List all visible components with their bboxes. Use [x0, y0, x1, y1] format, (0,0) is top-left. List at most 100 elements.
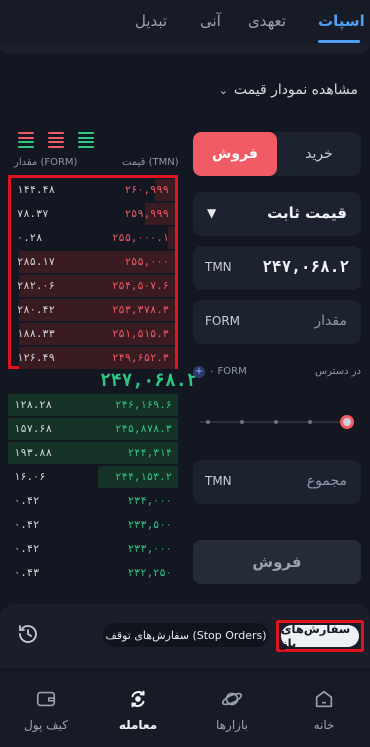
nav-markets-label: بازارها [216, 718, 248, 732]
order-type-label: قیمت ثابت [267, 204, 347, 222]
total-input[interactable]: TMN مجموع [193, 460, 361, 504]
ask-amount: ۲۸۵.۱۷ [17, 256, 55, 268]
ask-row[interactable]: ۷۸.۳۷ ۲۵۹,۹۹۹ [11, 202, 175, 226]
bid-row[interactable]: ۰.۴۲ ۲۳۳,۰۰۰ [8, 537, 178, 561]
tab-convert[interactable]: تبدیل [135, 12, 167, 30]
available-balance: + ۰ FORM در دسترس [193, 366, 361, 382]
ask-depth-bar [168, 227, 175, 249]
orderbook-both-view-icon[interactable] [18, 132, 34, 148]
order-type-select[interactable]: ▼ قیمت ثابت [193, 192, 361, 236]
nav-wallet[interactable]: کیف پول [6, 688, 86, 732]
bid-row[interactable]: ۱۹۳.۸۸ ۲۴۴,۳۱۴ [8, 441, 178, 465]
bid-amount: ۱۶.۰۶ [14, 471, 46, 483]
bid-price: ۲۴۵,۸۷۸.۳ [115, 423, 172, 435]
total-unit: TMN [205, 474, 232, 488]
bottom-navigation: خانه بازارها معامله کیف پول [0, 672, 370, 747]
ask-amount: ۱۴۴.۴۸ [17, 184, 55, 196]
price-value: ۲۴۷,۰۶۸.۲ [262, 257, 349, 276]
bid-amount: ۱۹۳.۸۸ [14, 447, 52, 459]
ask-amount: ۱۲۶.۴۹ [17, 352, 55, 364]
nav-wallet-label: کیف پول [24, 718, 68, 732]
bid-row[interactable]: ۱۵۷.۶۸ ۲۴۵,۸۷۸.۳ [8, 417, 178, 441]
slider-step[interactable] [308, 420, 312, 424]
tab-instant[interactable]: آنی [200, 12, 221, 30]
bid-row[interactable]: ۰.۴۳ ۲۳۲,۲۵۰ [8, 561, 178, 585]
ask-price: ۲۵۵,۰۰۰.۱ [112, 232, 169, 244]
bid-price: ۲۴۴,۳۱۴ [127, 447, 172, 459]
ask-row[interactable]: ۲۸۵.۱۷ ۲۵۵,۰۰۰ [11, 250, 175, 274]
open-orders-label: سفارش‌های باز [281, 622, 359, 650]
nav-home-label: خانه [313, 718, 335, 732]
ask-price: ۲۵۱,۵۱۵.۳ [112, 328, 169, 340]
nav-markets[interactable]: بازارها [192, 688, 272, 732]
header-divider [0, 44, 370, 54]
home-icon [315, 690, 333, 708]
bid-price: ۲۴۴,۱۵۳.۲ [115, 471, 172, 483]
deposit-plus-icon[interactable]: + [193, 366, 205, 378]
market-type-tabs: اسپات تعهدی آنی تبدیل [0, 0, 370, 44]
last-price: ۲۴۷,۰۶۸.۲ [100, 370, 198, 391]
sell-submit-button[interactable]: فروش [193, 540, 361, 584]
amount-unit: FORM [205, 314, 241, 328]
bid-row[interactable]: ۰.۴۲ ۲۳۴,۰۰۰ [8, 489, 178, 513]
price-chart-toggle-label: مشاهده نمودار قیمت [233, 82, 358, 98]
bid-price: ۲۳۲,۲۵۰ [127, 567, 172, 579]
open-orders-tab[interactable]: سفارش‌های باز [276, 620, 364, 652]
tab-margin[interactable]: تعهدی [248, 12, 286, 30]
bid-row[interactable]: ۰.۴۲ ۲۳۳,۵۰۰ [8, 513, 178, 537]
bid-row[interactable]: ۱۲۸.۲۸ ۲۴۶,۱۶۹.۶ [8, 393, 178, 417]
buy-tab[interactable]: خرید [277, 132, 361, 176]
orderbook-bids: ۱۲۸.۲۸ ۲۴۶,۱۶۹.۶ ۱۵۷.۶۸ ۲۴۵,۸۷۸.۳ ۱۹۳.۸۸ ۲۴۴,… [8, 393, 178, 583]
slider-handle[interactable] [340, 415, 354, 429]
ask-amount: ۲۸۲.۰۶ [17, 280, 55, 292]
ask-amount: ۲۸۰.۴۲ [17, 304, 55, 316]
wallet-icon [36, 691, 56, 707]
price-input[interactable]: TMN ۲۴۷,۰۶۸.۲ [193, 246, 361, 290]
chevron-down-icon: ⌄ [218, 83, 228, 97]
ask-price: ۲۶۰,۹۹۹ [124, 184, 169, 196]
bid-amount: ۰.۴۲ [14, 519, 40, 531]
price-unit: TMN [205, 260, 232, 274]
bid-price: ۲۴۶,۱۶۹.۶ [115, 399, 172, 411]
sell-tab[interactable]: فروش [193, 132, 277, 176]
history-icon[interactable] [16, 622, 40, 646]
ask-row[interactable]: ۰.۲۸ ۲۵۵,۰۰۰.۱ [11, 226, 175, 250]
ask-row[interactable]: ۲۸۰.۴۲ ۲۵۳,۳۷۸.۳ [11, 298, 175, 322]
ask-row[interactable]: ۱۲۶.۴۹ ۲۴۹,۶۵۲.۳ [11, 346, 175, 370]
ask-price: ۲۵۴,۵۰۷.۶ [112, 280, 169, 292]
bid-amount: ۱۵۷.۶۸ [14, 423, 52, 435]
slider-step[interactable] [240, 420, 244, 424]
total-placeholder: مجموع [306, 473, 347, 489]
ask-price: ۲۵۵,۰۰۰ [124, 256, 169, 268]
caret-down-icon: ▼ [207, 206, 217, 220]
slider-step[interactable] [206, 420, 210, 424]
orderbook-asks-view-icon[interactable] [48, 132, 64, 148]
amount-percent-slider[interactable] [200, 415, 354, 429]
price-chart-toggle[interactable]: ⌄ مشاهده نمودار قیمت [219, 82, 358, 98]
ask-row[interactable]: ۱۸۸.۳۳ ۲۵۱,۵۱۵.۳ [11, 322, 175, 346]
nav-home[interactable]: خانه [284, 688, 364, 732]
bid-amount: ۱۲۸.۲۸ [14, 399, 52, 411]
ask-amount: ۱۸۸.۳۳ [17, 328, 55, 340]
orderbook-bids-view-icon[interactable] [78, 132, 94, 148]
bid-amount: ۰.۴۳ [14, 567, 40, 579]
orderbook-view-switcher [18, 132, 94, 148]
bid-amount: ۰.۴۲ [14, 543, 40, 555]
ask-price: ۲۴۹,۶۵۲.۳ [112, 352, 169, 364]
stop-orders-tab[interactable]: سفارش‌های توقف (Stop Orders) [103, 623, 269, 647]
amount-placeholder: مقدار [314, 313, 347, 329]
ask-row[interactable]: ۲۸۲.۰۶ ۲۵۴,۵۰۷.۶ [11, 274, 175, 298]
ask-amount: ۰.۲۸ [17, 232, 43, 244]
ask-row[interactable]: ۱۴۴.۴۸ ۲۶۰,۹۹۹ [11, 178, 175, 202]
available-value: ۰ FORM [209, 366, 247, 377]
amount-input[interactable]: FORM مقدار [193, 300, 361, 344]
nav-trade[interactable]: معامله [98, 688, 178, 732]
bid-row[interactable]: ۱۶.۰۶ ۲۴۴,۱۵۳.۲ [8, 465, 178, 489]
side-selector: فروش خرید [193, 132, 361, 176]
tab-spot[interactable]: اسپات [318, 12, 365, 30]
slider-step[interactable] [274, 420, 278, 424]
nav-trade-label: معامله [118, 718, 158, 732]
orderbook-amount-header: مقدار (FORM) [14, 157, 78, 168]
bid-price: ۲۳۴,۰۰۰ [127, 495, 172, 507]
trade-icon [131, 690, 145, 708]
